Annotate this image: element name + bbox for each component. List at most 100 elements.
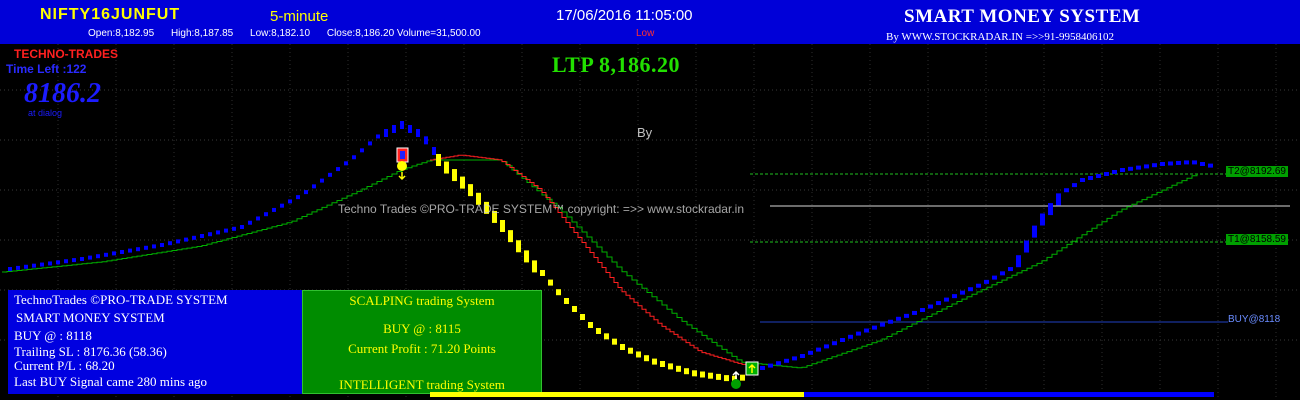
blue-bar-80 bbox=[968, 287, 973, 292]
blue-bar-5 bbox=[48, 261, 52, 266]
blue-bar-96 bbox=[1096, 174, 1101, 178]
blue-bar-9 bbox=[80, 257, 84, 261]
blue-bar-107 bbox=[1184, 160, 1189, 165]
blue-bar-14 bbox=[120, 250, 124, 254]
yellow-bar-18 bbox=[580, 314, 585, 320]
blue-bar-59 bbox=[800, 354, 805, 358]
blue-bar-26 bbox=[216, 230, 220, 235]
blue-bar-79 bbox=[960, 290, 965, 295]
blue-bar-11 bbox=[96, 254, 100, 259]
blue-bar-56 bbox=[776, 361, 781, 366]
blue-bar-104 bbox=[1160, 162, 1165, 166]
timeframe-label[interactable]: 5-minute bbox=[270, 8, 328, 25]
blue-bar-83 bbox=[992, 275, 997, 280]
ohlc-readout: Open:8,182.95 High:8,187.85 Low:8,182.10… bbox=[88, 28, 495, 39]
sell-signal-dot bbox=[397, 161, 407, 171]
blue-bar-43 bbox=[352, 155, 356, 160]
yellow-bar-31 bbox=[684, 368, 689, 375]
blue-bar-40 bbox=[328, 172, 332, 177]
bottom-bar-yellow bbox=[430, 392, 804, 397]
blue-bar-84 bbox=[1000, 271, 1005, 276]
website-label[interactable]: By WWW.STOCKRADAR.IN =>>91-9958406102 bbox=[886, 31, 1114, 43]
blue-bar-75 bbox=[928, 304, 933, 309]
blue-bar-88 bbox=[1032, 225, 1037, 238]
sell-signal-inner bbox=[400, 151, 405, 159]
yellow-bar-4 bbox=[468, 184, 473, 197]
blue-bar-28 bbox=[232, 226, 236, 231]
blue-bar-74 bbox=[920, 308, 925, 312]
yellow-bar-38 bbox=[740, 374, 745, 381]
high-value: High:8,187.85 bbox=[170, 28, 234, 39]
yellow-bar-29 bbox=[668, 363, 673, 370]
yellow-bar-3 bbox=[460, 176, 465, 189]
blue-bar-42 bbox=[344, 161, 348, 166]
blue-bar-98 bbox=[1112, 170, 1117, 174]
yellow-bar-19 bbox=[588, 322, 593, 328]
blue-bar-17 bbox=[144, 245, 148, 250]
yellow-bar-28 bbox=[660, 361, 665, 367]
blue-bar-92 bbox=[1064, 188, 1069, 193]
blue-bar-18 bbox=[152, 244, 156, 249]
panel-left-line2: SMART MONEY SYSTEM bbox=[16, 310, 165, 325]
blue-bar-81 bbox=[976, 283, 981, 288]
blue-bar-108 bbox=[1192, 160, 1197, 165]
yellow-bar-20 bbox=[596, 328, 601, 334]
blue-bar-100 bbox=[1128, 166, 1133, 171]
blue-bar-45 bbox=[368, 141, 372, 146]
blue-bar-78 bbox=[952, 294, 957, 299]
level-lines bbox=[750, 173, 1290, 323]
blue-bar-19 bbox=[160, 243, 164, 247]
symbol-label: NIFTY16JUNFUT bbox=[40, 6, 181, 23]
blue-bar-99 bbox=[1120, 168, 1125, 172]
blue-bar-77 bbox=[944, 297, 949, 302]
blue-bar-23 bbox=[192, 235, 196, 240]
blue-bar-64 bbox=[840, 338, 845, 342]
blue-bar-109 bbox=[1200, 162, 1205, 166]
small-tag-label: at dialog bbox=[28, 108, 63, 118]
techno-trades-label: TECHNO-TRADES bbox=[14, 47, 118, 61]
yellow-bar-14 bbox=[548, 279, 553, 286]
blue-bar-76 bbox=[936, 301, 941, 306]
panel-mid-line2: BUY @ : 8115 bbox=[383, 321, 461, 336]
blue-bar-50 bbox=[408, 125, 412, 133]
yellow-bar-23 bbox=[620, 344, 625, 350]
blue-bar-25 bbox=[208, 232, 212, 237]
blue-bar-44 bbox=[360, 148, 364, 153]
blue-bar-65 bbox=[848, 334, 853, 339]
yellow-bar-36 bbox=[724, 375, 729, 382]
ltp-label: LTP 8,186.20 bbox=[552, 52, 681, 77]
blue-bar-24 bbox=[200, 234, 204, 238]
blue-bar-39 bbox=[320, 178, 324, 183]
blue-bar-7 bbox=[64, 259, 68, 264]
close-volume-value: Close:8,186.20 Volume=31,500.00 bbox=[326, 28, 481, 39]
yellow-bar-1 bbox=[444, 161, 449, 174]
panel-mid-line3: Current Profit : 71.20 Points bbox=[348, 341, 496, 356]
yellow-bar-11 bbox=[524, 250, 529, 263]
blue-bar-33 bbox=[272, 207, 276, 212]
blue-bar-15 bbox=[128, 248, 132, 253]
blue-bar-95 bbox=[1088, 176, 1093, 180]
blue-bar-32 bbox=[264, 212, 268, 217]
datetime-label: 17/06/2016 11:05:00 bbox=[556, 7, 693, 24]
blue-bar-54 bbox=[760, 366, 765, 370]
blue-bar-22 bbox=[184, 237, 188, 242]
blue-bar-12 bbox=[104, 252, 108, 257]
blue-bar-51 bbox=[416, 129, 420, 137]
blue-bar-106 bbox=[1176, 160, 1181, 165]
open-value: Open:8,182.95 bbox=[88, 28, 155, 39]
blue-bar-102 bbox=[1144, 164, 1149, 169]
yellow-bar-9 bbox=[508, 230, 513, 243]
by-label: By bbox=[637, 125, 653, 140]
blue-bar-36 bbox=[296, 195, 300, 200]
yellow-bar-30 bbox=[676, 365, 681, 372]
blue-bar-8 bbox=[72, 258, 76, 263]
blue-bar-13 bbox=[112, 251, 116, 256]
panel-left-line3: BUY @ : 8118 bbox=[14, 328, 92, 343]
yellow-bar-10 bbox=[516, 240, 521, 253]
yellow-bar-13 bbox=[540, 270, 545, 276]
blue-bar-61 bbox=[816, 347, 821, 352]
panel-left-line6: Last BUY Signal came 280 mins ago bbox=[14, 374, 208, 389]
blue-bar-34 bbox=[280, 203, 284, 208]
header-bar: NIFTY16JUNFUT 5-minute 17/06/2016 11:05:… bbox=[0, 0, 1300, 44]
blue-bar-6 bbox=[56, 260, 60, 265]
